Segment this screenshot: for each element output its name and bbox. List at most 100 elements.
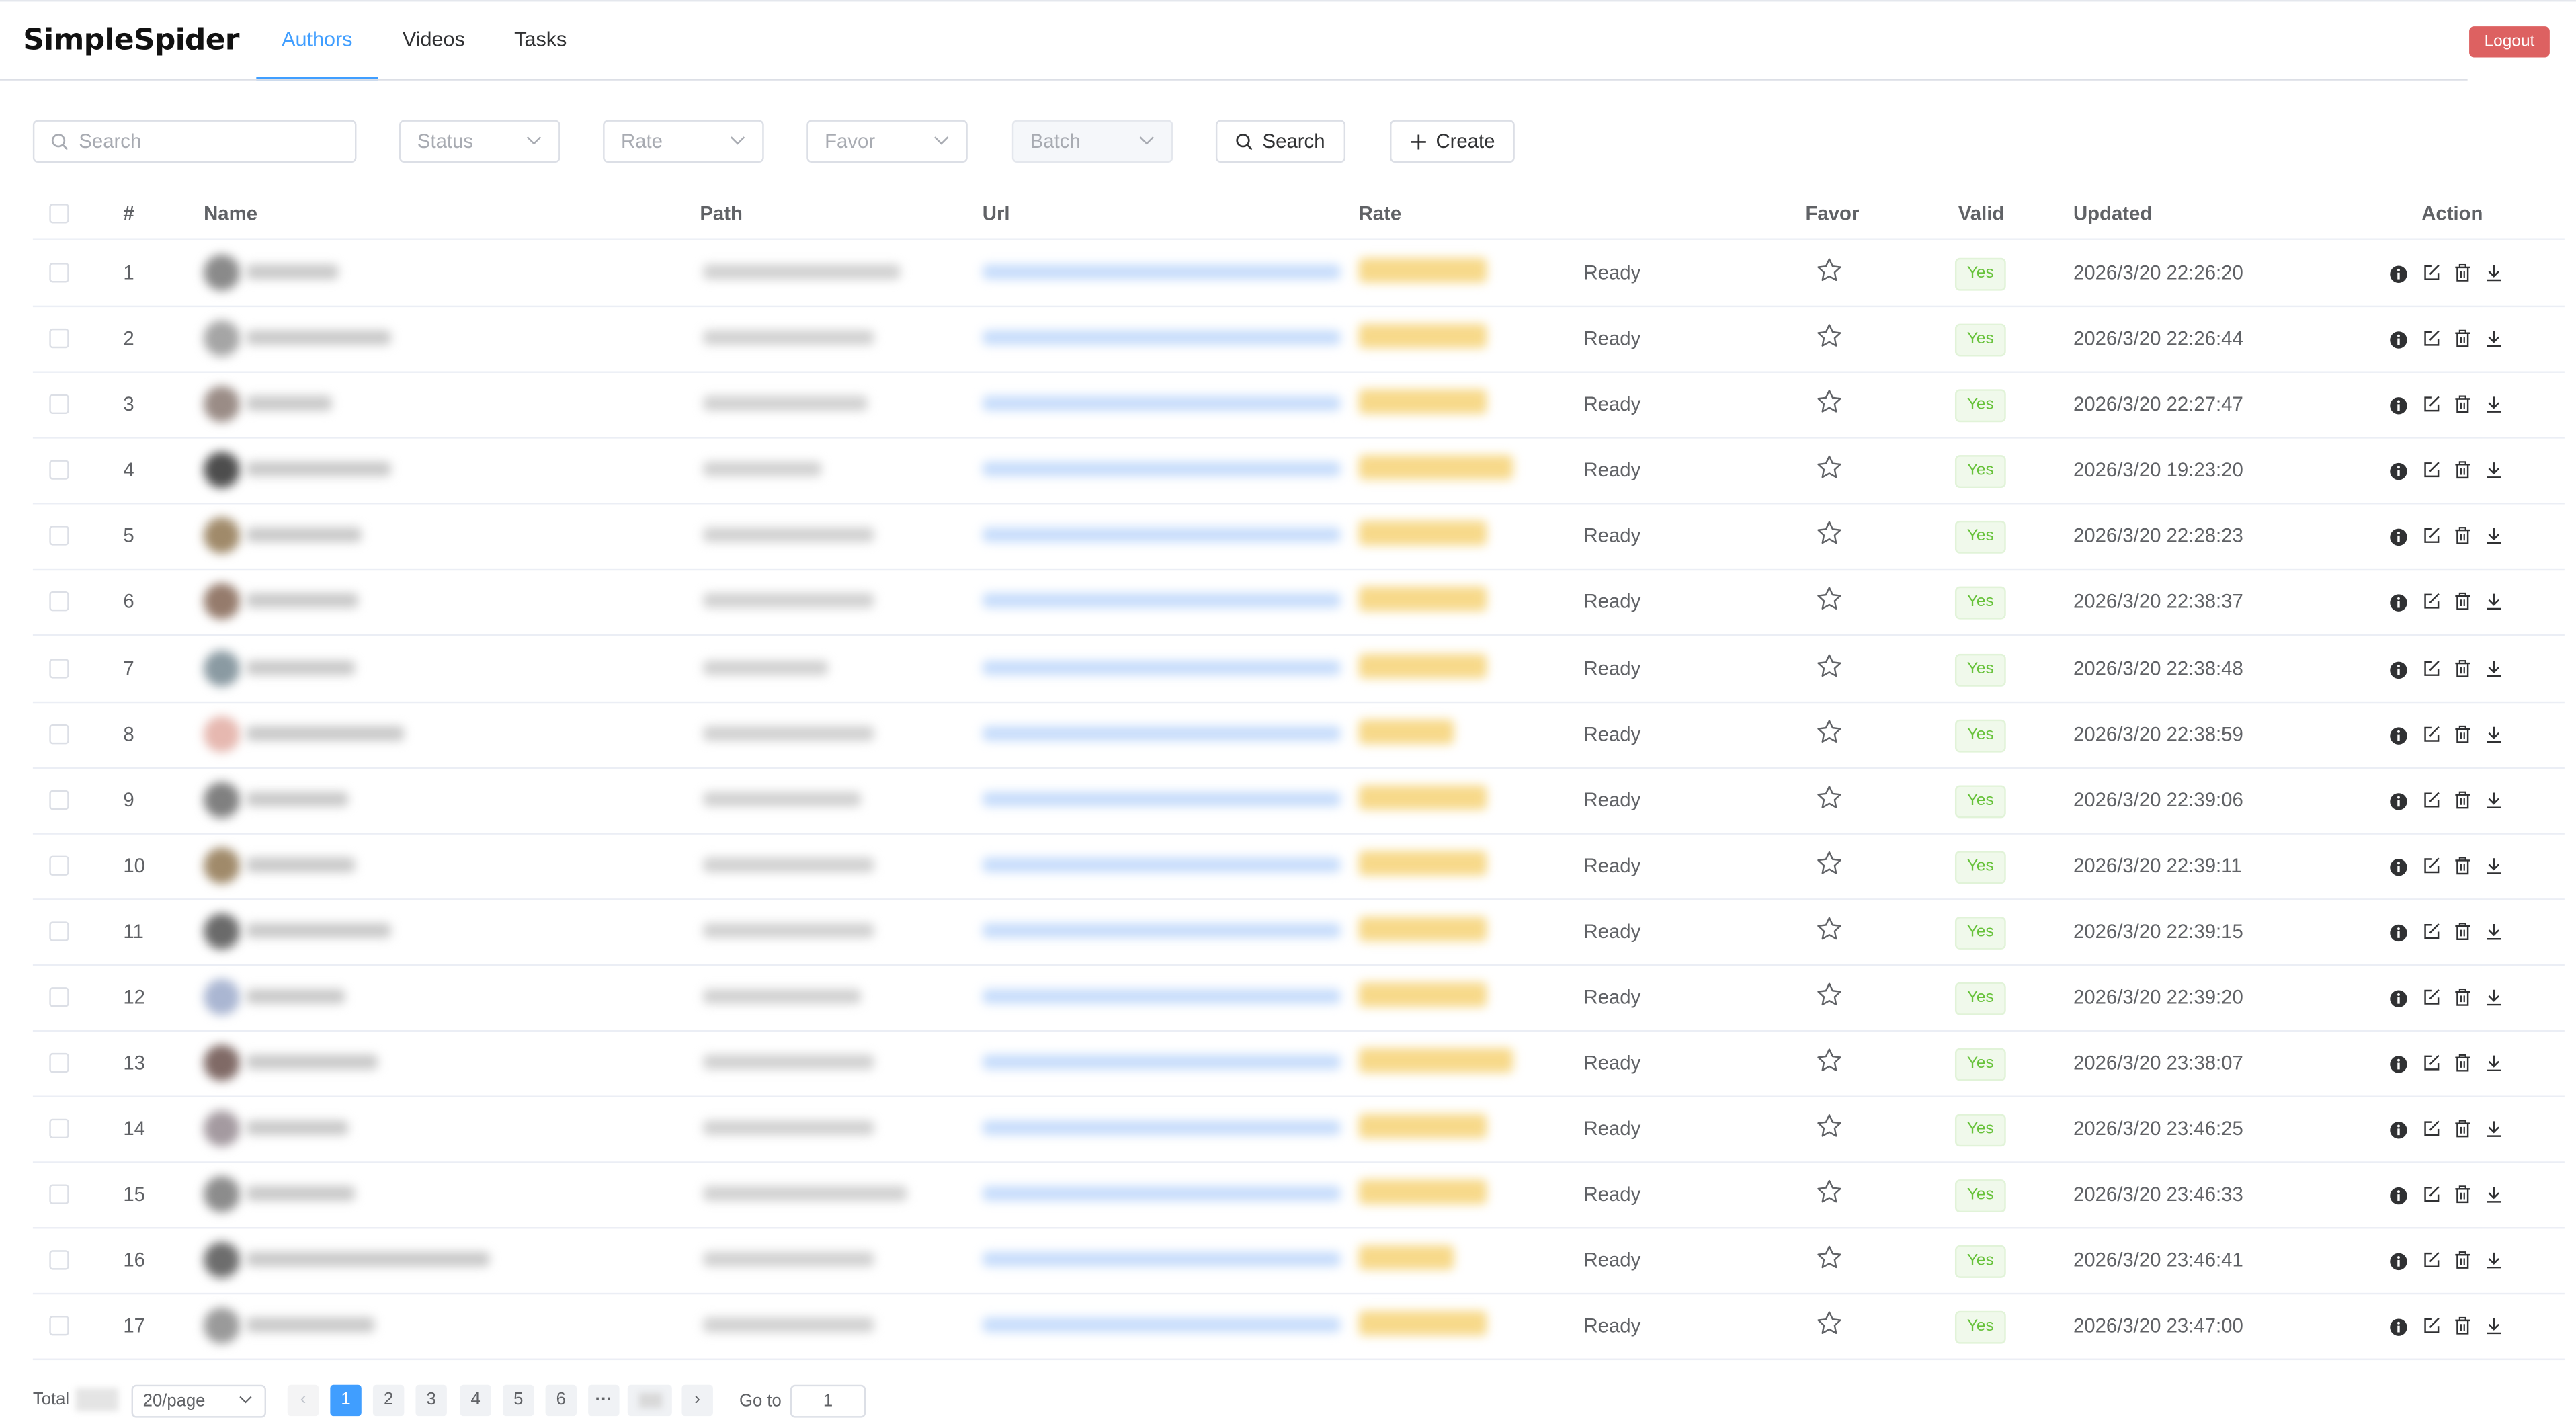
- download-icon[interactable]: [2484, 1314, 2503, 1335]
- author-name-redacted[interactable]: [246, 593, 358, 608]
- page-1[interactable]: 1: [330, 1384, 362, 1417]
- row-checkbox[interactable]: [49, 921, 69, 941]
- favor-star-icon[interactable]: [1815, 980, 1843, 1017]
- delete-icon[interactable]: [2453, 920, 2473, 940]
- url-link-redacted[interactable]: [982, 1054, 1341, 1070]
- favor-select[interactable]: Favor: [806, 120, 968, 163]
- favor-star-icon[interactable]: [1815, 652, 1843, 688]
- edit-icon[interactable]: [2421, 1249, 2441, 1268]
- page-3[interactable]: 3: [415, 1384, 447, 1417]
- info-icon[interactable]: [2388, 394, 2408, 415]
- edit-icon[interactable]: [2421, 788, 2441, 808]
- author-name-redacted[interactable]: [246, 1120, 349, 1136]
- download-icon[interactable]: [2484, 1249, 2503, 1269]
- download-icon[interactable]: [2484, 657, 2503, 677]
- info-icon[interactable]: [2388, 329, 2408, 349]
- info-icon[interactable]: [2388, 659, 2408, 679]
- edit-icon[interactable]: [2421, 657, 2441, 677]
- rate-stars-redacted[interactable]: [1358, 323, 1487, 349]
- author-name-redacted[interactable]: [246, 330, 391, 345]
- author-name-redacted[interactable]: [246, 1251, 490, 1267]
- edit-icon[interactable]: [2421, 1117, 2441, 1136]
- download-icon[interactable]: [2484, 1117, 2503, 1137]
- download-icon[interactable]: [2484, 392, 2503, 413]
- url-link-redacted[interactable]: [982, 660, 1341, 675]
- delete-icon[interactable]: [2453, 854, 2473, 875]
- next-page-button[interactable]: ›: [681, 1384, 713, 1417]
- row-checkbox[interactable]: [49, 855, 69, 876]
- page-4[interactable]: 4: [460, 1384, 491, 1417]
- delete-icon[interactable]: [2453, 1249, 2473, 1269]
- edit-icon[interactable]: [2421, 1183, 2441, 1202]
- delete-icon[interactable]: [2453, 1314, 2473, 1335]
- edit-icon[interactable]: [2421, 854, 2441, 874]
- row-checkbox[interactable]: [49, 328, 69, 349]
- author-name-redacted[interactable]: [246, 264, 339, 280]
- row-checkbox[interactable]: [49, 1184, 69, 1204]
- info-icon[interactable]: [2388, 460, 2408, 480]
- download-icon[interactable]: [2484, 524, 2503, 544]
- rate-stars-redacted[interactable]: [1358, 1114, 1487, 1139]
- url-link-redacted[interactable]: [982, 593, 1341, 608]
- delete-icon[interactable]: [2453, 261, 2473, 282]
- favor-star-icon[interactable]: [1815, 1112, 1843, 1148]
- favor-star-icon[interactable]: [1815, 322, 1843, 358]
- url-link-redacted[interactable]: [982, 461, 1341, 476]
- download-icon[interactable]: [2484, 458, 2503, 478]
- download-icon[interactable]: [2484, 920, 2503, 940]
- rate-stars-redacted[interactable]: [1358, 455, 1513, 480]
- download-icon[interactable]: [2484, 986, 2503, 1006]
- favor-star-icon[interactable]: [1815, 256, 1843, 292]
- favor-star-icon[interactable]: [1815, 718, 1843, 754]
- delete-icon[interactable]: [2453, 1051, 2473, 1072]
- page-size-select[interactable]: 20/page: [131, 1384, 267, 1418]
- rate-stars-redacted[interactable]: [1358, 1179, 1487, 1204]
- edit-icon[interactable]: [2421, 524, 2441, 544]
- rate-stars-redacted[interactable]: [1358, 520, 1487, 546]
- download-icon[interactable]: [2484, 261, 2503, 282]
- prev-page-button[interactable]: ‹: [287, 1384, 319, 1417]
- delete-icon[interactable]: [2453, 524, 2473, 544]
- row-checkbox[interactable]: [49, 987, 69, 1007]
- download-icon[interactable]: [2484, 723, 2503, 743]
- page-6[interactable]: 6: [545, 1384, 577, 1417]
- author-name-redacted[interactable]: [246, 660, 356, 675]
- info-icon[interactable]: [2388, 526, 2408, 546]
- info-icon[interactable]: [2388, 263, 2408, 283]
- create-button[interactable]: Create: [1390, 120, 1515, 163]
- rate-stars-redacted[interactable]: [1358, 785, 1487, 810]
- info-icon[interactable]: [2388, 1250, 2408, 1271]
- delete-icon[interactable]: [2453, 392, 2473, 413]
- last-page-redacted[interactable]: [627, 1384, 672, 1417]
- select-all-checkbox[interactable]: [49, 204, 69, 224]
- favor-star-icon[interactable]: [1815, 915, 1843, 952]
- more-pages-icon[interactable]: ···: [588, 1384, 620, 1417]
- url-link-redacted[interactable]: [982, 923, 1341, 938]
- author-name-redacted[interactable]: [246, 527, 362, 542]
- edit-icon[interactable]: [2421, 327, 2441, 346]
- author-name-redacted[interactable]: [246, 461, 391, 476]
- row-checkbox[interactable]: [49, 790, 69, 810]
- row-checkbox[interactable]: [49, 1316, 69, 1336]
- delete-icon[interactable]: [2453, 657, 2473, 677]
- info-icon[interactable]: [2388, 724, 2408, 745]
- row-checkbox[interactable]: [49, 659, 69, 679]
- delete-icon[interactable]: [2453, 723, 2473, 743]
- rate-stars-redacted[interactable]: [1358, 389, 1487, 415]
- page-2[interactable]: 2: [372, 1384, 405, 1417]
- info-icon[interactable]: [2388, 856, 2408, 876]
- favor-star-icon[interactable]: [1815, 1046, 1843, 1083]
- row-checkbox[interactable]: [49, 1052, 69, 1073]
- url-link-redacted[interactable]: [982, 527, 1341, 542]
- author-name-redacted[interactable]: [246, 726, 405, 741]
- edit-icon[interactable]: [2421, 1314, 2441, 1334]
- url-link-redacted[interactable]: [982, 396, 1341, 411]
- rate-select[interactable]: Rate: [603, 120, 764, 163]
- tab-tasks[interactable]: Tasks: [499, 0, 581, 81]
- favor-star-icon[interactable]: [1815, 585, 1843, 621]
- row-checkbox[interactable]: [49, 460, 69, 480]
- author-name-redacted[interactable]: [246, 792, 349, 807]
- download-icon[interactable]: [2484, 1183, 2503, 1203]
- row-checkbox[interactable]: [49, 591, 69, 612]
- url-link-redacted[interactable]: [982, 857, 1341, 873]
